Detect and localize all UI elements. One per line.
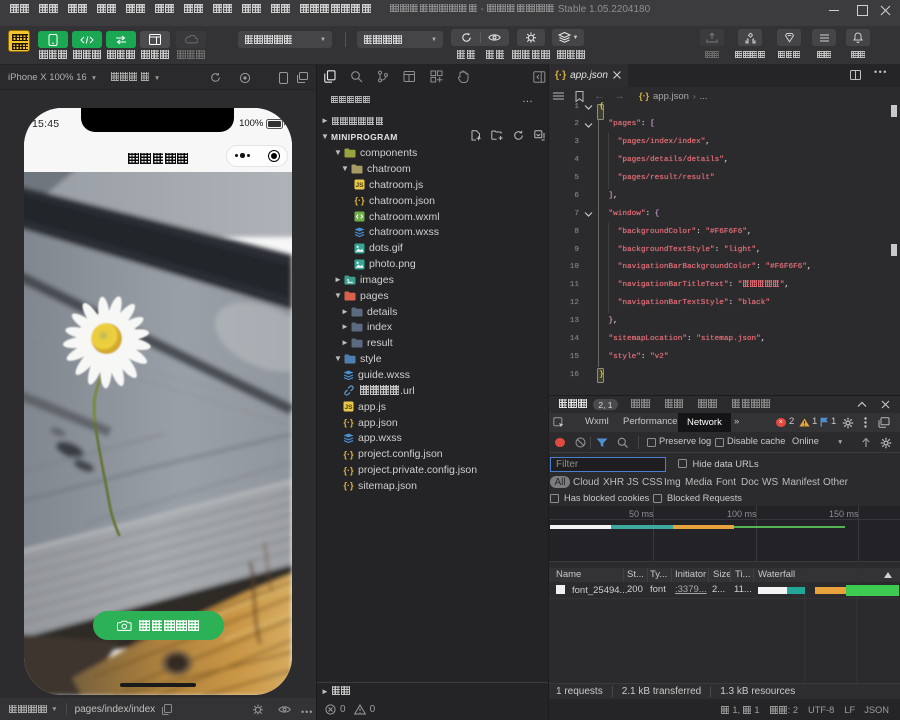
svg-text:{·}: {·} <box>343 449 353 459</box>
svg-text:{·}: {·} <box>343 481 353 491</box>
svg-text:JS: JS <box>345 404 354 411</box>
svg-text:{·}: {·} <box>354 196 364 206</box>
svg-text:{·}: {·} <box>343 418 353 428</box>
svg-text:{·}: {·} <box>343 465 353 475</box>
svg-text:JS: JS <box>356 183 365 190</box>
